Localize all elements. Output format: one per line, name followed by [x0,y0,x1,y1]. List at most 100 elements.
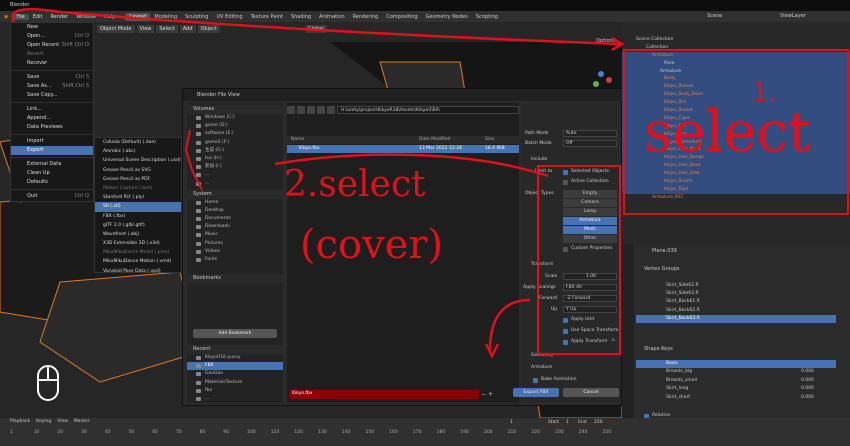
export-obj[interactable]: Wavefront (.obj) [95,230,181,239]
vertex-group-item[interactable]: Skirt_Back62.R [636,307,836,315]
export-gltf[interactable]: glTF 2.0 (.glb/.gltf) [95,221,181,230]
system-item-music[interactable]: Music [187,231,283,239]
menu-item-clean-up[interactable]: Clean Up [11,169,93,178]
parent-dir-icon[interactable] [307,106,315,114]
menu-item-save-as[interactable]: Save As... Shift Ctrl S [11,82,93,91]
system-item-desktop[interactable]: Desktop [187,207,283,215]
tab-shading[interactable]: Shading [287,13,315,21]
export-vmd[interactable]: MikuMikuDance Motion (.vmd) [95,257,181,266]
system-item-videos[interactable]: Videos [187,248,283,256]
menu-item-new[interactable]: New [11,23,93,32]
tab-scripting[interactable]: Scripting [472,13,502,21]
menu-item-external-data[interactable]: External Data [11,160,93,169]
outliner-item[interactable]: Armature [622,51,850,60]
scale-field[interactable]: 1.00 [563,273,617,280]
outliner-item[interactable]: Body [622,75,850,84]
blender-logo-icon[interactable]: ◉ [0,14,12,20]
filename-input[interactable]: Kikyo.fbx [289,389,479,399]
export-usd[interactable]: Universal Scene Description (.usd) [95,156,181,165]
menu-item-defaults[interactable]: Defaults [11,178,93,187]
up-select[interactable]: Y Up [563,306,617,313]
geometry-header[interactable]: Geometry [531,353,553,358]
select-menu[interactable]: Select [156,24,178,33]
recent-item[interactable]: GooGoo [187,370,283,378]
export-pmx[interactable]: MikuMikuDance Model (.pmx) [95,248,181,257]
menu-item-revert[interactable]: Revert [11,50,93,59]
object-type-armature[interactable]: Armature [563,217,617,225]
vertex-group-item[interactable]: Skirt_Side62.R [636,282,836,290]
volume-item[interactable]: game2 (F:) [187,139,283,147]
vertex-group-item[interactable]: Skirt_Side63.R [636,290,836,298]
use-space-transform-checkbox[interactable] [563,329,568,334]
selected-objects-checkbox[interactable] [563,170,568,175]
export-stl[interactable]: Stl (.stl) [95,202,181,212]
volume-item[interactable]: game (D:) [187,122,283,130]
object-name[interactable]: Plane.039 [652,248,677,254]
menu-item-import[interactable]: Import [11,137,93,146]
tab-sculpting[interactable]: Sculpting [181,13,212,21]
recent-item[interactable]: fbx [187,387,283,395]
outliner-item[interactable]: Armature [622,67,850,76]
keying-menu[interactable]: Keying [36,419,51,424]
view-menu-timeline[interactable]: View [57,419,68,424]
playback-menu[interactable]: Playback [10,419,30,424]
transform-orientation[interactable]: Global [304,24,327,33]
menu-item-export[interactable]: Export [11,146,93,155]
tab-geometry-nodes[interactable]: Geometry Nodes [422,13,472,21]
outliner-item[interactable]: Kikyo_Shorts [622,178,850,186]
file-row[interactable]: Kikyo.fbx 13 Mar 2022 12:26 16.4 MiB [287,145,519,153]
tab-compositing[interactable]: Compositing [382,13,421,21]
armature-header[interactable]: Armature [531,365,552,370]
object-type-camera[interactable]: Camera [563,199,617,207]
tab-rendering[interactable]: Rendering [349,13,383,21]
system-header[interactable]: System [187,189,283,199]
menu-item-append[interactable]: Append... [11,114,93,123]
volume-item[interactable]: tus (H:) [187,155,283,163]
menu-item-link[interactable]: Link... [11,105,93,114]
timeline-ticks[interactable]: 1 10 20 30 40 50 60 70 80 90 100 110 120 130 140 150 160… [0,428,622,438]
menu-item-data-previews[interactable]: Data Previews [11,123,93,132]
start-field[interactable]: 1 [566,420,569,425]
view-menu[interactable]: View [136,24,155,33]
marker-menu[interactable]: Marker [74,419,90,424]
export-grease-pencil-pdf[interactable]: Grease Pencil as PDF [95,175,181,184]
tab-layout[interactable]: Layout [125,12,151,21]
outliner-item[interactable]: Pose [622,59,850,68]
column-date[interactable]: Date Modified [419,137,450,142]
mode-selector[interactable]: Object Mode [97,24,135,33]
volume-item[interactable]: 生成 (G:) [187,147,283,155]
export-grease-pencil-svg[interactable]: Grease Pencil as SVG [95,166,181,175]
bookmarks-header[interactable]: Bookmarks [187,274,283,284]
menu-edit[interactable]: Edit [29,14,47,20]
object-type-mesh[interactable]: Mesh [563,226,617,234]
volume-item[interactable]: ... [187,180,283,188]
end-field[interactable]: 250 [594,420,603,425]
apply-transform-checkbox[interactable] [563,340,568,345]
menu-item-quit[interactable]: Quit Ctrl Q [11,192,93,201]
outliner-item[interactable]: Collection [622,44,850,52]
object-type-other[interactable]: Other [563,235,617,243]
export-collada[interactable]: Collada (Default) (.dae) [95,138,181,147]
volume-item[interactable]: 新加 (I:) [187,163,283,171]
menu-item-open-recent[interactable]: Open Recent Shift Ctrl O [11,41,93,50]
tab-texture-paint[interactable]: Texture Paint [247,13,287,21]
options-menu[interactable]: Options [596,38,615,44]
volumes-header[interactable]: Volumes [187,105,283,114]
export-vpd[interactable]: Vocaloid Pose Data (.vpd) [95,267,181,276]
export-x3d[interactable]: X3D Extensible 3D (.x3d) [95,239,181,248]
menu-item-save-copy[interactable]: Save Copy... [11,91,93,100]
export-alembic[interactable]: Alembic (.abc) [95,147,181,156]
view-layer-selector[interactable]: ViewLayer [780,13,806,19]
export-ply[interactable]: Stanford PLY (.ply) [95,193,181,202]
menu-item-open[interactable]: Open... Ctrl O [11,32,93,41]
cancel-button[interactable]: Cancel [563,388,619,397]
back-icon[interactable] [287,106,295,114]
system-item-documents[interactable]: Documents [187,215,283,223]
add-bookmark-button[interactable]: Add Bookmark [193,329,277,338]
system-item-downloads[interactable]: Downloads [187,223,283,231]
vertex-group-item[interactable]: Skirt_Back61.R [636,298,836,306]
shape-key-item[interactable]: Breasts_small 0.000 [636,377,836,385]
outliner-item[interactable]: Kikyo_Blouse [622,83,850,92]
tab-modeling[interactable]: Modeling [150,13,181,21]
menu-window[interactable]: Window [72,14,100,20]
